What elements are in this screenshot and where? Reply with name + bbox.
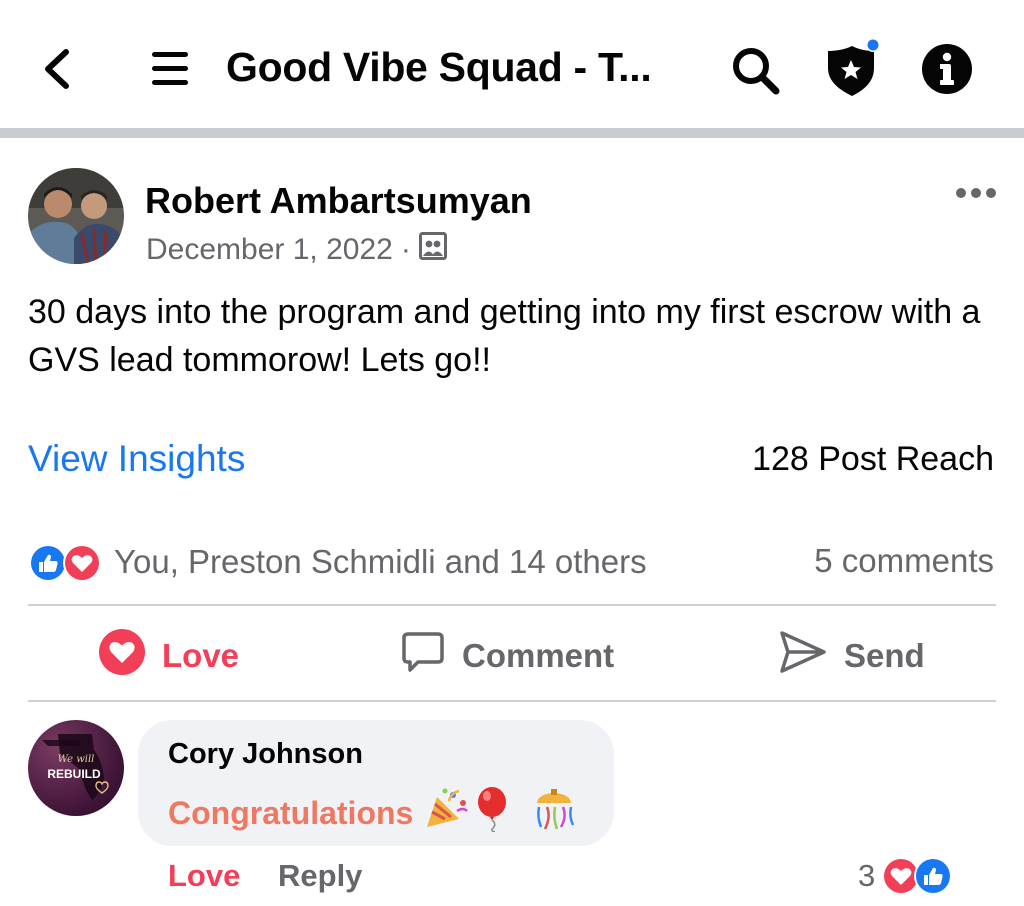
post-body-text: 30 days into the program and getting int… <box>28 293 981 379</box>
avatar-rebuild-text: REBUILD <box>47 767 101 781</box>
more-options-icon[interactable] <box>952 178 1000 208</box>
search-icon[interactable] <box>728 44 784 96</box>
like-reaction-icon <box>914 857 953 895</box>
commenter-name[interactable]: Cory Johnson <box>168 738 363 771</box>
meta-separator: · <box>400 233 411 266</box>
back-arrow-icon[interactable] <box>36 46 80 92</box>
love-icon <box>98 628 146 684</box>
confetti-ball-icon <box>529 787 579 839</box>
comment-icon <box>400 629 446 683</box>
header-divider <box>0 128 1024 138</box>
comment-reactions[interactable]: 3 <box>858 856 953 896</box>
comment-button[interactable]: Comment <box>400 628 614 684</box>
send-icon <box>778 629 828 683</box>
commenter-avatar[interactable]: We will REBUILD <box>28 720 124 816</box>
love-button-label: Love <box>162 637 240 674</box>
author-avatar[interactable] <box>28 168 124 264</box>
comment-text-content: Congratulations <box>168 794 414 831</box>
comment-text: Congratulations <box>168 786 579 840</box>
divider <box>28 604 996 606</box>
post-reach: 128 Post Reach <box>752 440 994 478</box>
menu-icon[interactable] <box>148 48 192 90</box>
divider <box>28 700 996 702</box>
send-button[interactable]: Send <box>778 628 925 684</box>
group-members-icon <box>418 232 447 268</box>
admin-shield-icon[interactable] <box>822 38 882 98</box>
comment-reply-button[interactable]: Reply <box>278 858 362 894</box>
love-reaction-icon <box>881 856 953 896</box>
comment-button-label: Comment <box>462 637 615 674</box>
comment-reaction-count: 3 <box>858 858 876 893</box>
party-popper-icon <box>423 787 471 839</box>
love-reaction-icon <box>62 543 102 588</box>
post-meta: December 1, 2022 · <box>146 232 447 268</box>
notification-dot <box>867 39 879 51</box>
balloon-icon <box>475 786 513 840</box>
group-title[interactable]: Good Vibe Squad - T... <box>226 44 652 91</box>
send-button-label: Send <box>844 637 925 674</box>
comments-count[interactable]: 5 comments <box>814 542 994 580</box>
view-insights-link[interactable]: View Insights <box>28 438 245 480</box>
post-author-name[interactable]: Robert Ambartsumyan <box>145 180 532 222</box>
reactions-summary[interactable]: You, Preston Schmidli and 14 others <box>28 540 647 584</box>
love-button[interactable]: Love <box>98 628 239 684</box>
comment-love-button[interactable]: Love <box>168 858 240 894</box>
post-date[interactable]: December 1, 2022 <box>146 233 393 267</box>
info-icon[interactable] <box>920 42 974 96</box>
avatar-script-text: We will <box>58 754 95 765</box>
reactions-names: You, Preston Schmidli and 14 others <box>114 543 647 580</box>
top-nav-bar: Good Vibe Squad - T... <box>0 0 1024 132</box>
